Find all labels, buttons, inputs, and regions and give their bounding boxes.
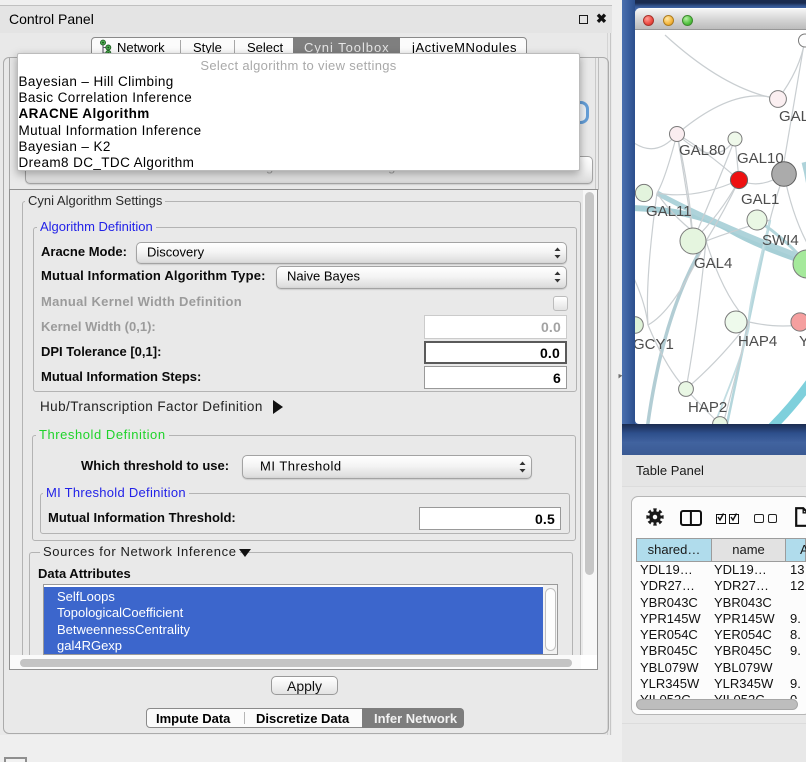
svg-text:SWI4: SWI4	[762, 232, 799, 249]
svg-text:GCY1: GCY1	[635, 336, 674, 353]
svg-text:GAL1: GAL1	[741, 191, 779, 208]
svg-text:GAL10: GAL10	[737, 150, 784, 167]
svg-text:GAL80: GAL80	[679, 142, 726, 159]
svg-text:GAL11: GAL11	[646, 203, 692, 220]
svg-text:GAL: GAL	[779, 108, 806, 125]
svg-text:HAP2: HAP2	[688, 399, 727, 416]
svg-text:GAL4: GAL4	[694, 255, 732, 272]
svg-text:Y: Y	[799, 333, 806, 350]
svg-text:HAP4: HAP4	[738, 333, 777, 350]
